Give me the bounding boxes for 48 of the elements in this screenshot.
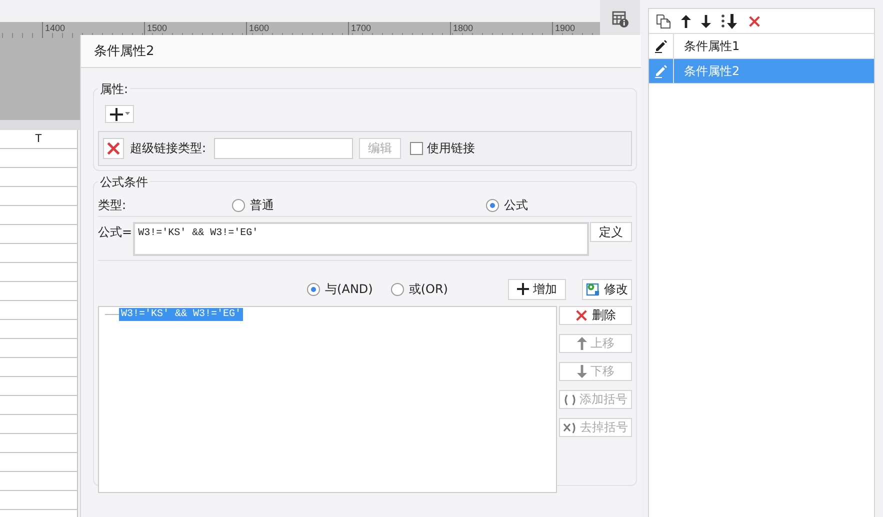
up-arrow-icon <box>681 14 691 28</box>
pencil-icon <box>654 64 668 78</box>
delete-button[interactable] <box>748 14 761 28</box>
brackets-icon <box>564 394 576 406</box>
delete-button[interactable]: 删除 <box>559 306 632 325</box>
plus-icon <box>517 283 529 295</box>
move-down-button[interactable] <box>701 14 711 28</box>
type-label: 类型: <box>98 196 128 214</box>
caret-icon <box>125 112 130 116</box>
modify-button[interactable]: 修改 <box>582 278 632 300</box>
checkbox-label: 使用链接 <box>427 140 476 157</box>
pencil-icon <box>654 39 668 53</box>
column-header[interactable]: T <box>0 130 78 149</box>
group-legend: 属性: <box>98 81 130 98</box>
close-icon <box>575 309 588 322</box>
close-icon <box>106 141 121 156</box>
radio-label: 公式 <box>504 196 528 214</box>
move-bottom-button[interactable] <box>721 14 738 28</box>
radio-label: 或(OR) <box>408 280 448 298</box>
copy-icon <box>656 14 671 28</box>
down-arrow-icon <box>576 365 586 378</box>
remove-attribute-button[interactable] <box>103 138 124 159</box>
link-type-field[interactable] <box>214 138 354 159</box>
up-arrow-icon <box>576 337 586 350</box>
move-bottom-icon <box>721 14 738 28</box>
radio-button[interactable] <box>307 282 320 296</box>
brackets-cross-icon <box>563 422 576 434</box>
add-attribute-button[interactable] <box>105 105 134 123</box>
radio-label: 与(AND) <box>325 280 373 298</box>
field-label: 超级链接类型: <box>130 140 206 157</box>
define-button[interactable]: 定义 <box>590 222 632 242</box>
use-link-checkbox[interactable] <box>410 142 424 155</box>
radio-label: 普通 <box>250 196 274 214</box>
group-legend: 公式条件 <box>98 174 150 191</box>
dialog-title: 条件属性2 <box>94 43 154 60</box>
radio-button[interactable] <box>486 198 499 212</box>
condition-list-item[interactable]: 条件属性1 <box>649 34 874 59</box>
plus-icon <box>109 106 124 122</box>
copy-button[interactable] <box>656 14 671 28</box>
down-arrow-icon <box>701 14 711 28</box>
table-info-icon[interactable] <box>612 10 628 28</box>
radio-button[interactable] <box>390 282 404 296</box>
move-up-button[interactable] <box>681 14 691 28</box>
formula-label: 公式= <box>98 224 132 241</box>
add-button[interactable]: 增加 <box>508 278 566 300</box>
radio-button[interactable] <box>232 198 245 212</box>
close-icon <box>748 14 761 28</box>
formula-field[interactable]: W3!='KS' && W3!='EG' <box>133 222 589 256</box>
